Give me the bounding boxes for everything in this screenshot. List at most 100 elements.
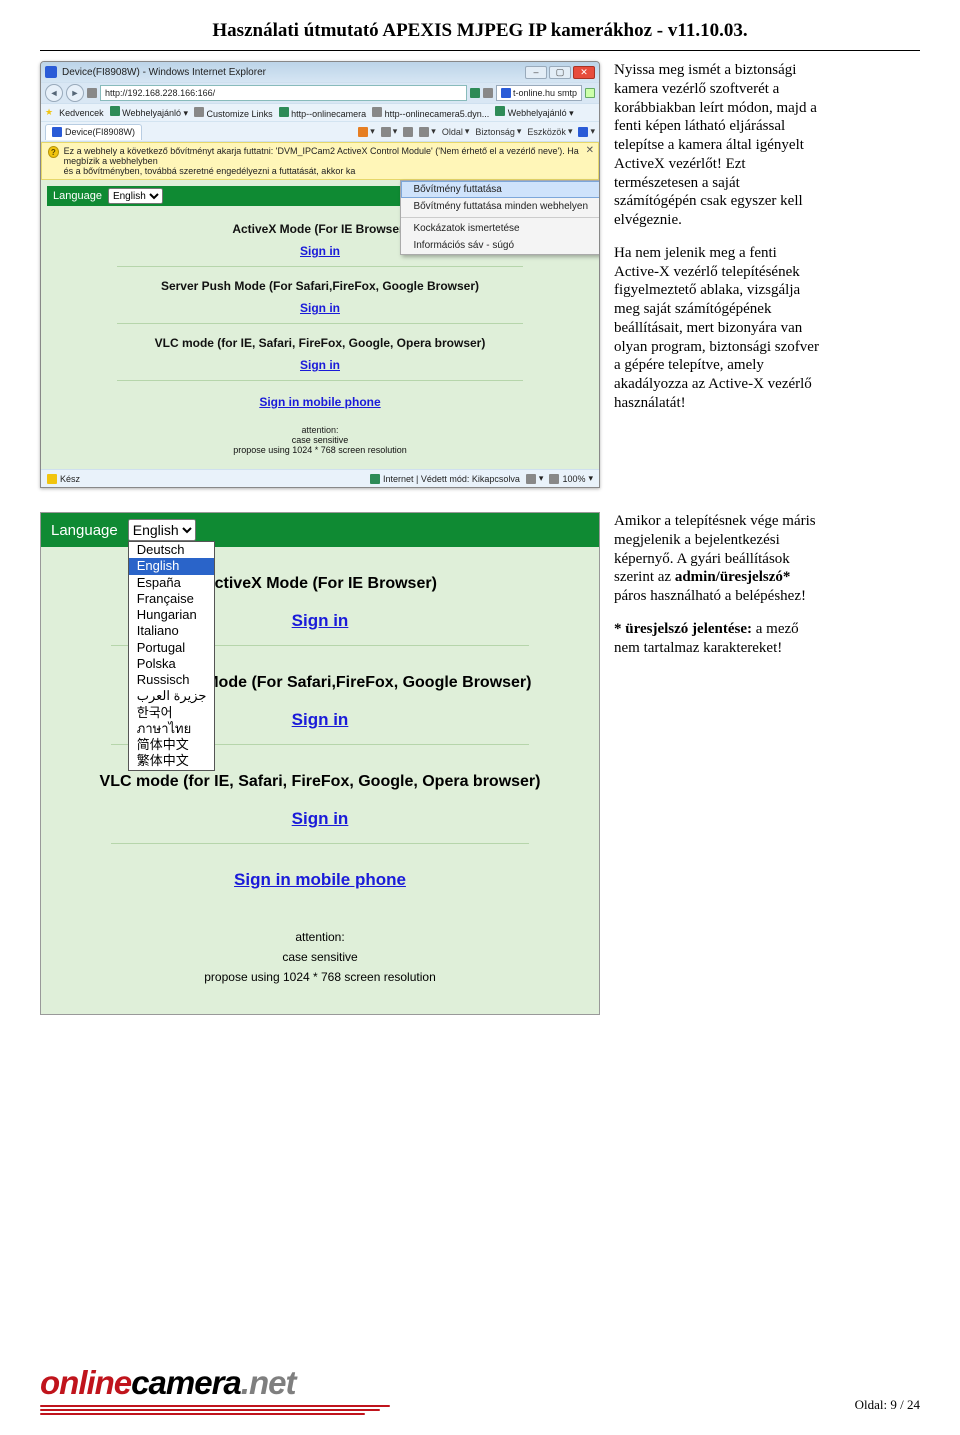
lang-opt-deutsch[interactable]: Deutsch [129, 542, 215, 558]
forward-button[interactable]: ► [66, 84, 84, 102]
fav-item-1[interactable]: Customize Links [194, 107, 273, 119]
help-icon [578, 127, 588, 137]
tools-menu[interactable]: Eszközök ▾ [527, 126, 572, 137]
resolution-note: propose using 1024 * 768 screen resoluti… [57, 445, 583, 455]
fav-item-3[interactable]: http--onlinecamera5.dyn... [372, 107, 489, 119]
signin-push-link[interactable]: Sign in [300, 301, 340, 315]
search-box[interactable]: t-online.hu smtp [496, 85, 582, 101]
mode-push-heading: Server Push Mode (For Safari,FireFox, Go… [57, 279, 583, 293]
lang-opt-portugal[interactable]: Portugal [129, 640, 215, 656]
lang-opt-thai[interactable]: ภาษาไทย [129, 721, 215, 737]
signin-activex-link[interactable]: Sign in [300, 244, 340, 258]
status-ready-icon [47, 474, 57, 484]
back-button[interactable]: ◄ [45, 84, 63, 102]
signin-vlc-link[interactable]: Sign in [300, 358, 340, 372]
fav-item-4[interactable]: Webhelyajánló ▾ [495, 106, 573, 119]
signin2-mobile-link[interactable]: Sign in mobile phone [234, 870, 406, 890]
language-bar-2: Language English Deutsch English España … [41, 513, 599, 547]
safety-menu[interactable]: Biztonság ▾ [475, 126, 521, 137]
case-sensitive2-note: case sensitive [71, 950, 569, 964]
protected-mode-dropdown[interactable]: ▾ [526, 473, 544, 484]
attention2-label: attention: [71, 930, 569, 944]
fav-item-2[interactable]: http--onlinecamera [279, 107, 367, 119]
infobar-context-menu: Bővítmény futtatása Bővítmény futtatása … [400, 180, 600, 255]
page-menu[interactable]: Oldal ▾ [442, 126, 470, 137]
lang-opt-zhtw[interactable]: 繁体中文 [129, 753, 215, 769]
mail-button[interactable] [403, 127, 413, 137]
attention-label: attention: [57, 425, 583, 435]
url-input[interactable]: http://192.168.228.166:166/ [100, 85, 467, 101]
para-1-1: Nyissa meg ismét a biztonsági kamera vez… [614, 61, 824, 230]
infobar-text: Ez a webhely a következő bővítményt akar… [64, 146, 592, 176]
window-minimize-button[interactable]: – [525, 66, 547, 79]
para-2-1: Amikor a telepítésnek vége máris megjele… [614, 512, 824, 606]
para-2-2: * üresjelszó jelentése: a mező nem tarta… [614, 620, 824, 658]
logo-part-online: online [40, 1364, 131, 1401]
stop-icon[interactable] [483, 88, 493, 98]
zone-icon [370, 474, 380, 484]
ie-tabbar: Device(FI8908W) ▾ ▾ ▾ Oldal ▾ Biztonság … [41, 122, 599, 142]
favorites-bar: ★ Kedvencek Webhelyajánló ▾ Customize Li… [41, 104, 599, 122]
mode-vlc-heading: VLC mode (for IE, Safari, FireFox, Googl… [57, 336, 583, 350]
lang-opt-italiano[interactable]: Italiano [129, 623, 215, 639]
favorites-label: Kedvencek [59, 108, 104, 118]
refresh-icon[interactable] [470, 88, 480, 98]
language-dropdown-list: Deutsch English España Française Hungari… [128, 541, 216, 771]
feeds-button[interactable]: ▾ [381, 126, 398, 137]
zone-text: Internet | Védett mód: Kikapcsolva [383, 474, 520, 484]
infobar-close-button[interactable]: ✕ [586, 145, 594, 156]
home-button[interactable]: ▾ [358, 126, 375, 137]
language-select-2[interactable]: English [128, 519, 196, 541]
rss-icon [381, 127, 391, 137]
menu-run-addon[interactable]: Bővítmény futtatása [401, 181, 600, 198]
ie-statusbar: Kész Internet | Védett mód: Kikapcsolva … [41, 469, 599, 487]
warning-icon: ? [48, 146, 59, 158]
lang-opt-arabic[interactable]: جزيرة العرب [129, 688, 215, 704]
header-divider [40, 50, 920, 51]
mode2-vlc-heading: VLC mode (for IE, Safari, FireFox, Googl… [71, 773, 569, 791]
signin-mobile-link[interactable]: Sign in mobile phone [259, 395, 380, 409]
help-button[interactable]: ▾ [578, 126, 595, 137]
menu-infobar-help[interactable]: Információs sáv - súgó [401, 237, 600, 254]
tab-favicon-icon [52, 127, 62, 137]
print-icon [419, 127, 429, 137]
side-text-2: Amikor a telepítésnek vége máris megjele… [614, 512, 824, 1015]
lang-opt-espana[interactable]: España [129, 575, 215, 591]
ie-titlebar: Device(FI8908W) - Windows Internet Explo… [41, 62, 599, 82]
activex-infobar[interactable]: ? Ez a webhely a következő bővítményt ak… [41, 142, 599, 180]
language-select[interactable]: English [108, 188, 163, 204]
logo-swoosh-icon [40, 1405, 390, 1415]
fav-item-0[interactable]: Webhelyajánló ▾ [110, 106, 188, 119]
page-icon [194, 107, 204, 117]
para-1-2: Ha nem jelenik meg a fenti Active-X vezé… [614, 244, 824, 413]
page-icon [372, 107, 382, 117]
menu-run-all-sites[interactable]: Bővítmény futtatása minden webhelyen [401, 198, 600, 215]
side-text-1: Nyissa meg ismét a biztonsági kamera vez… [614, 61, 824, 506]
signin2-push-link[interactable]: Sign in [292, 710, 349, 730]
lang-opt-russisch[interactable]: Russisch [129, 672, 215, 688]
window-maximize-button[interactable]: ▢ [549, 66, 571, 79]
lang-opt-francaise[interactable]: Française [129, 591, 215, 607]
lang-opt-english[interactable]: English [129, 558, 215, 574]
tab-label: Device(FI8908W) [65, 127, 135, 137]
globe-icon [279, 107, 289, 117]
print-button[interactable]: ▾ [419, 126, 436, 137]
mail-icon [403, 127, 413, 137]
ie-favicon-icon [45, 66, 57, 78]
search-provider-icon [501, 88, 511, 98]
tab-device[interactable]: Device(FI8908W) [45, 124, 142, 140]
menu-whats-risk[interactable]: Kockázatok ismertetése [401, 220, 600, 237]
ie-title-text: Device(FI8908W) - Windows Internet Explo… [62, 67, 266, 78]
logo-part-net: .net [241, 1364, 296, 1401]
lang-opt-polska[interactable]: Polska [129, 656, 215, 672]
signin2-vlc-link[interactable]: Sign in [292, 809, 349, 829]
lang-opt-hungarian[interactable]: Hungarian [129, 607, 215, 623]
window-close-button[interactable]: ✕ [573, 66, 595, 79]
lang-opt-korean[interactable]: 한국어 [129, 705, 215, 721]
lang-opt-zhcn[interactable]: 简体中文 [129, 737, 215, 753]
case-sensitive-note: case sensitive [57, 435, 583, 445]
favorites-star-icon[interactable]: ★ [45, 107, 53, 118]
search-go-icon[interactable] [585, 88, 595, 98]
signin2-activex-link[interactable]: Sign in [292, 611, 349, 631]
zoom-control[interactable]: 100% ▾ [549, 473, 593, 484]
